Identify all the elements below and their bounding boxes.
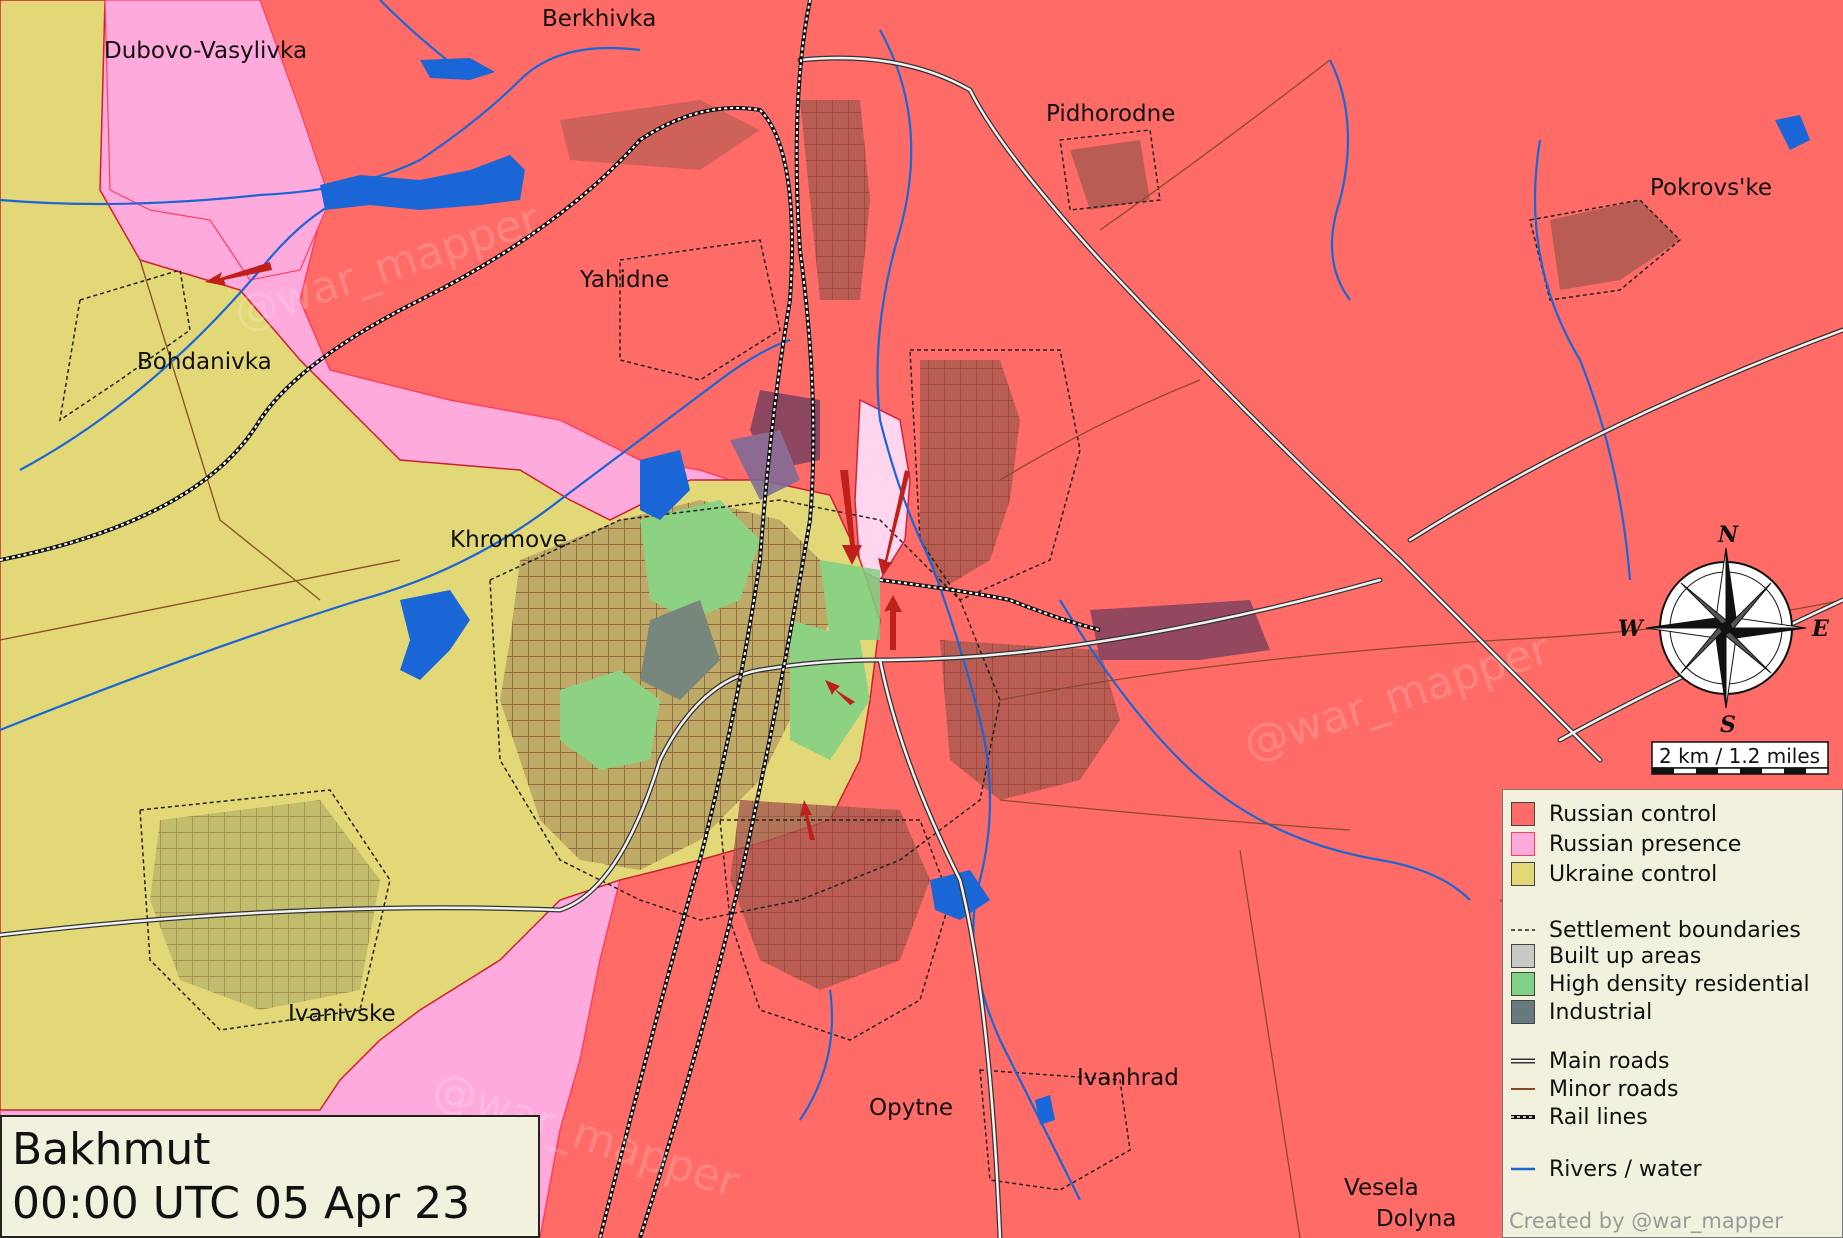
label-pokrovske: Pokrovs'ke xyxy=(1650,175,1772,201)
scale-label: 2 km / 1.2 miles xyxy=(1659,744,1820,768)
russian-presence-swatch xyxy=(1511,832,1535,856)
legend-label: Settlement boundaries xyxy=(1549,917,1801,943)
label-dubovo-vasylivka: Dubovo-Vasylivka xyxy=(104,38,307,64)
minor-road-swatch xyxy=(1511,1088,1535,1090)
legend-item: Russian presence xyxy=(1511,830,1741,858)
label-berkhivka: Berkhivka xyxy=(542,6,656,32)
legend-label: High density residential xyxy=(1549,971,1810,997)
legend-item: Ukraine control xyxy=(1511,860,1717,888)
compass-e: E xyxy=(1811,616,1830,642)
legend-label: Rail lines xyxy=(1549,1104,1648,1130)
russian-control-swatch xyxy=(1511,802,1535,826)
legend-item: Industrial xyxy=(1511,998,1652,1026)
ukraine-control-swatch xyxy=(1511,862,1535,886)
legend-label: Main roads xyxy=(1549,1048,1670,1074)
label-bohdanivka: Bohdanivka xyxy=(137,349,272,375)
legend-item: Rail lines xyxy=(1511,1103,1648,1131)
compass-w: W xyxy=(1618,616,1645,642)
map-title: Bakhmut xyxy=(12,1124,211,1175)
settlement-boundary-swatch xyxy=(1511,929,1535,931)
label-ivanhrad: Ivanhrad xyxy=(1077,1065,1179,1091)
label-pidhorodne: Pidhorodne xyxy=(1046,101,1175,127)
river-swatch xyxy=(1511,1167,1535,1171)
high-density-swatch xyxy=(1511,972,1535,996)
built-up-swatch xyxy=(1511,944,1535,968)
rail-line-swatch xyxy=(1511,1115,1535,1119)
legend-item: High density residential xyxy=(1511,970,1810,998)
legend-item: Built up areas xyxy=(1511,942,1701,970)
legend-label: Russian presence xyxy=(1549,831,1742,857)
label-khromove: Khromove xyxy=(450,527,567,553)
legend-label: Rivers / water xyxy=(1549,1156,1702,1182)
legend-item: Settlement boundaries xyxy=(1511,916,1801,944)
label-ivanivske: Ivanivske xyxy=(288,1001,396,1027)
legend-item: Rivers / water xyxy=(1511,1155,1702,1183)
label-dolyna: Dolyna xyxy=(1376,1206,1456,1232)
label-yahidne: Yahidne xyxy=(579,267,669,293)
label-opytne: Opytne xyxy=(869,1095,953,1121)
industrial-swatch xyxy=(1511,1000,1535,1024)
scale-bar: 2 km / 1.2 miles xyxy=(1651,741,1829,775)
credit-text: Created by @war_mapper xyxy=(1509,1209,1783,1233)
legend-label: Built up areas xyxy=(1549,943,1702,969)
legend-label: Ukraine control xyxy=(1549,861,1718,887)
main-road-swatch xyxy=(1511,1058,1535,1064)
legend-item: Russian control xyxy=(1511,800,1717,828)
map-title-box: Bakhmut 00:00 UTC 05 Apr 23 xyxy=(0,1115,540,1238)
legend: Russian control Russian presence Ukraine… xyxy=(1502,789,1843,1238)
compass-n: N xyxy=(1717,522,1739,548)
legend-label: Minor roads xyxy=(1549,1076,1679,1102)
legend-label: Russian control xyxy=(1549,801,1717,827)
legend-item: Main roads xyxy=(1511,1047,1669,1075)
map-date: 00:00 UTC 05 Apr 23 xyxy=(12,1178,471,1229)
compass-s: S xyxy=(1720,712,1736,738)
label-vesela: Vesela xyxy=(1344,1175,1419,1201)
legend-item: Minor roads xyxy=(1511,1075,1678,1103)
legend-label: Industrial xyxy=(1549,999,1653,1025)
